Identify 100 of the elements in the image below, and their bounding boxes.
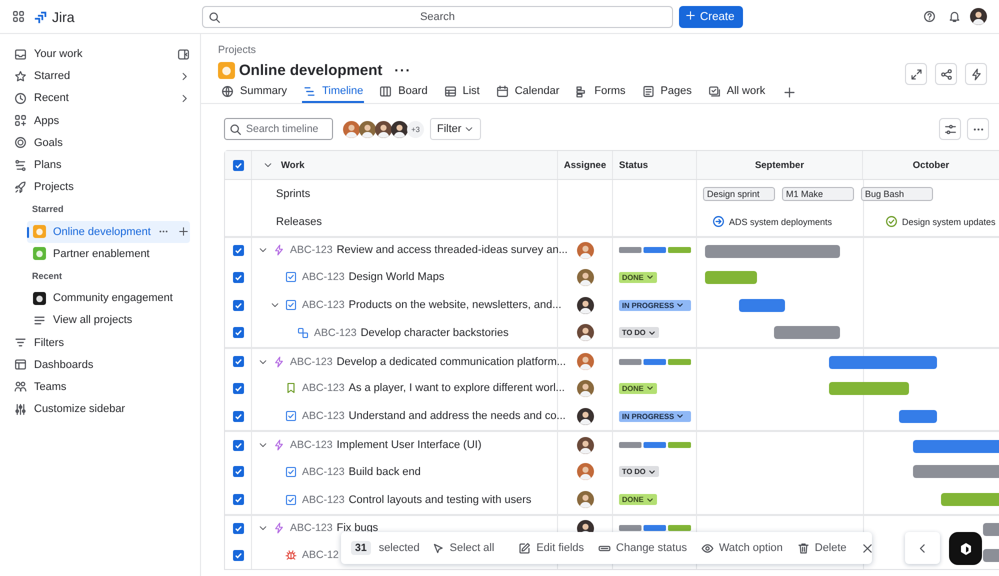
eye-icon — [700, 542, 714, 554]
checkbox[interactable] — [232, 522, 244, 534]
search-field[interactable]: Search timeline — [224, 118, 333, 140]
globe-icon — [221, 84, 234, 98]
row-label: Sprints — [275, 188, 310, 200]
project-item[interactable]: Partner enablement — [27, 242, 194, 265]
share-button[interactable] — [935, 63, 957, 85]
tab[interactable]: Calendar — [494, 81, 560, 103]
target-icon — [14, 136, 27, 150]
issue-key[interactable]: ABC-123 — [290, 522, 333, 534]
issue-key[interactable]: ABC-123 — [302, 466, 345, 478]
sprint-chip[interactable]: Design sprint — [703, 186, 775, 201]
action-button[interactable]: Select all — [432, 542, 494, 554]
nav-item[interactable]: Plans — [10, 154, 194, 176]
nav-item[interactable]: Goals — [10, 132, 194, 154]
checkbox[interactable] — [232, 494, 244, 506]
edit-icon — [518, 542, 532, 554]
fullscreen-button[interactable] — [905, 63, 927, 85]
nav-item[interactable]: Your work — [10, 43, 194, 66]
nav-item[interactable]: Apps — [10, 110, 194, 132]
tab[interactable]: Forms — [574, 81, 627, 103]
action-button[interactable]: Watch option — [700, 542, 783, 554]
tab[interactable]: Summary — [220, 81, 288, 103]
checkbox[interactable] — [232, 466, 244, 478]
timeline-bar[interactable] — [739, 298, 785, 312]
timeline-bar[interactable] — [913, 465, 999, 478]
action-button[interactable]: Edit fields — [518, 542, 584, 554]
tab[interactable]: List — [442, 81, 481, 103]
issue-summary[interactable]: Implement User Interface (UI) — [336, 439, 482, 452]
timeline-bar[interactable] — [899, 410, 937, 423]
nav-item[interactable]: Teams — [10, 376, 194, 398]
avatar — [576, 296, 594, 314]
release-label[interactable]: Design system updates — [902, 216, 996, 227]
action-button[interactable]: Change status — [598, 542, 687, 554]
tab[interactable]: Timeline — [302, 81, 364, 103]
automation-button[interactable] — [965, 63, 987, 85]
nav-item[interactable]: Recent — [10, 87, 194, 110]
more-button[interactable] — [967, 118, 989, 140]
timeline-bar[interactable] — [705, 245, 840, 258]
tab[interactable]: Board — [378, 81, 429, 103]
filter-dropdown[interactable]: Filter — [430, 118, 482, 140]
checkbox[interactable] — [232, 356, 244, 368]
timeline-bar[interactable] — [913, 440, 999, 453]
checkbox[interactable] — [232, 300, 244, 311]
sidebar-toggle-icon — [177, 48, 190, 61]
checkbox[interactable] — [232, 382, 244, 394]
sprint-chip[interactable]: M1 Make — [782, 186, 854, 201]
issue-key[interactable]: ABC-123 — [290, 244, 333, 256]
checkbox[interactable] — [232, 160, 244, 170]
action-button[interactable]: Delete — [796, 542, 847, 554]
nav-item[interactable]: Dashboards — [10, 354, 194, 376]
issue-summary[interactable]: Understand and address the needs and co... — [348, 410, 566, 422]
app-button[interactable] — [949, 532, 982, 565]
view-settings-button[interactable] — [939, 118, 961, 140]
project-item[interactable]: Online development — [27, 220, 190, 243]
tab[interactable]: All work — [706, 81, 766, 103]
release-label[interactable]: ADS system deployments — [729, 216, 832, 227]
search-field[interactable]: Search — [202, 6, 673, 28]
issue-summary[interactable]: Develop a dedicated communication platform... — [336, 356, 566, 368]
checkbox[interactable] — [232, 410, 244, 422]
nav-item[interactable]: Customize sidebar — [10, 398, 194, 420]
issue-key[interactable]: ABC-123 — [302, 382, 345, 394]
issue-key[interactable]: ABC-123 — [314, 326, 357, 339]
checkbox[interactable] — [232, 440, 244, 451]
issue-key[interactable]: ABC-123 — [290, 356, 333, 368]
issue-key[interactable]: ABC-123 — [302, 299, 345, 312]
tab[interactable]: Pages — [640, 81, 693, 103]
timeline-bar[interactable] — [774, 326, 840, 340]
issue-summary[interactable]: As a player, I want to explore different worl... — [348, 382, 565, 394]
issue-key[interactable]: ABC-12 — [302, 549, 339, 562]
issue-summary[interactable]: Products on the website, newsletters, and... — [348, 299, 562, 312]
breadcrumb[interactable]: Projects — [218, 44, 999, 56]
create-button[interactable]: Create — [679, 6, 743, 28]
nav-item[interactable]: View all projects — [27, 309, 194, 332]
plus-icon — [178, 226, 189, 238]
issue-summary[interactable]: Review and access threaded-ideas survey an... — [336, 244, 568, 256]
more-button[interactable]: ··· — [394, 62, 412, 78]
checkbox[interactable] — [232, 550, 244, 561]
checkbox[interactable] — [232, 327, 244, 338]
checkbox[interactable] — [232, 244, 244, 256]
checkbox[interactable] — [232, 272, 244, 283]
issue-summary[interactable]: Develop character backstories — [360, 326, 509, 339]
issue-key[interactable]: ABC-123 — [302, 494, 345, 506]
issue-summary[interactable]: Control layouts and testing with users — [348, 494, 532, 506]
count-badge: 31 — [351, 541, 371, 555]
issue-summary[interactable]: Build back end — [348, 466, 421, 478]
issue-key[interactable]: ABC-123 — [302, 410, 345, 422]
avatar — [576, 242, 594, 259]
issue-key[interactable]: ABC-123 — [302, 271, 345, 284]
issue-key[interactable]: ABC-123 — [290, 439, 333, 452]
nav-item[interactable]: Filters — [10, 331, 194, 354]
sprint-chip[interactable]: Bug Bash — [861, 186, 933, 201]
project-title: Online development — [239, 62, 382, 78]
timeline-bar[interactable] — [829, 356, 937, 370]
nav-item[interactable]: Projects — [10, 176, 194, 198]
nav-item[interactable]: Starred — [10, 65, 194, 88]
sliders-icon — [944, 122, 956, 136]
project-item[interactable]: Community engagement — [27, 287, 194, 310]
issue-summary[interactable]: Design World Maps — [348, 271, 444, 284]
issue-summary[interactable]: Fix bugs — [336, 522, 378, 534]
